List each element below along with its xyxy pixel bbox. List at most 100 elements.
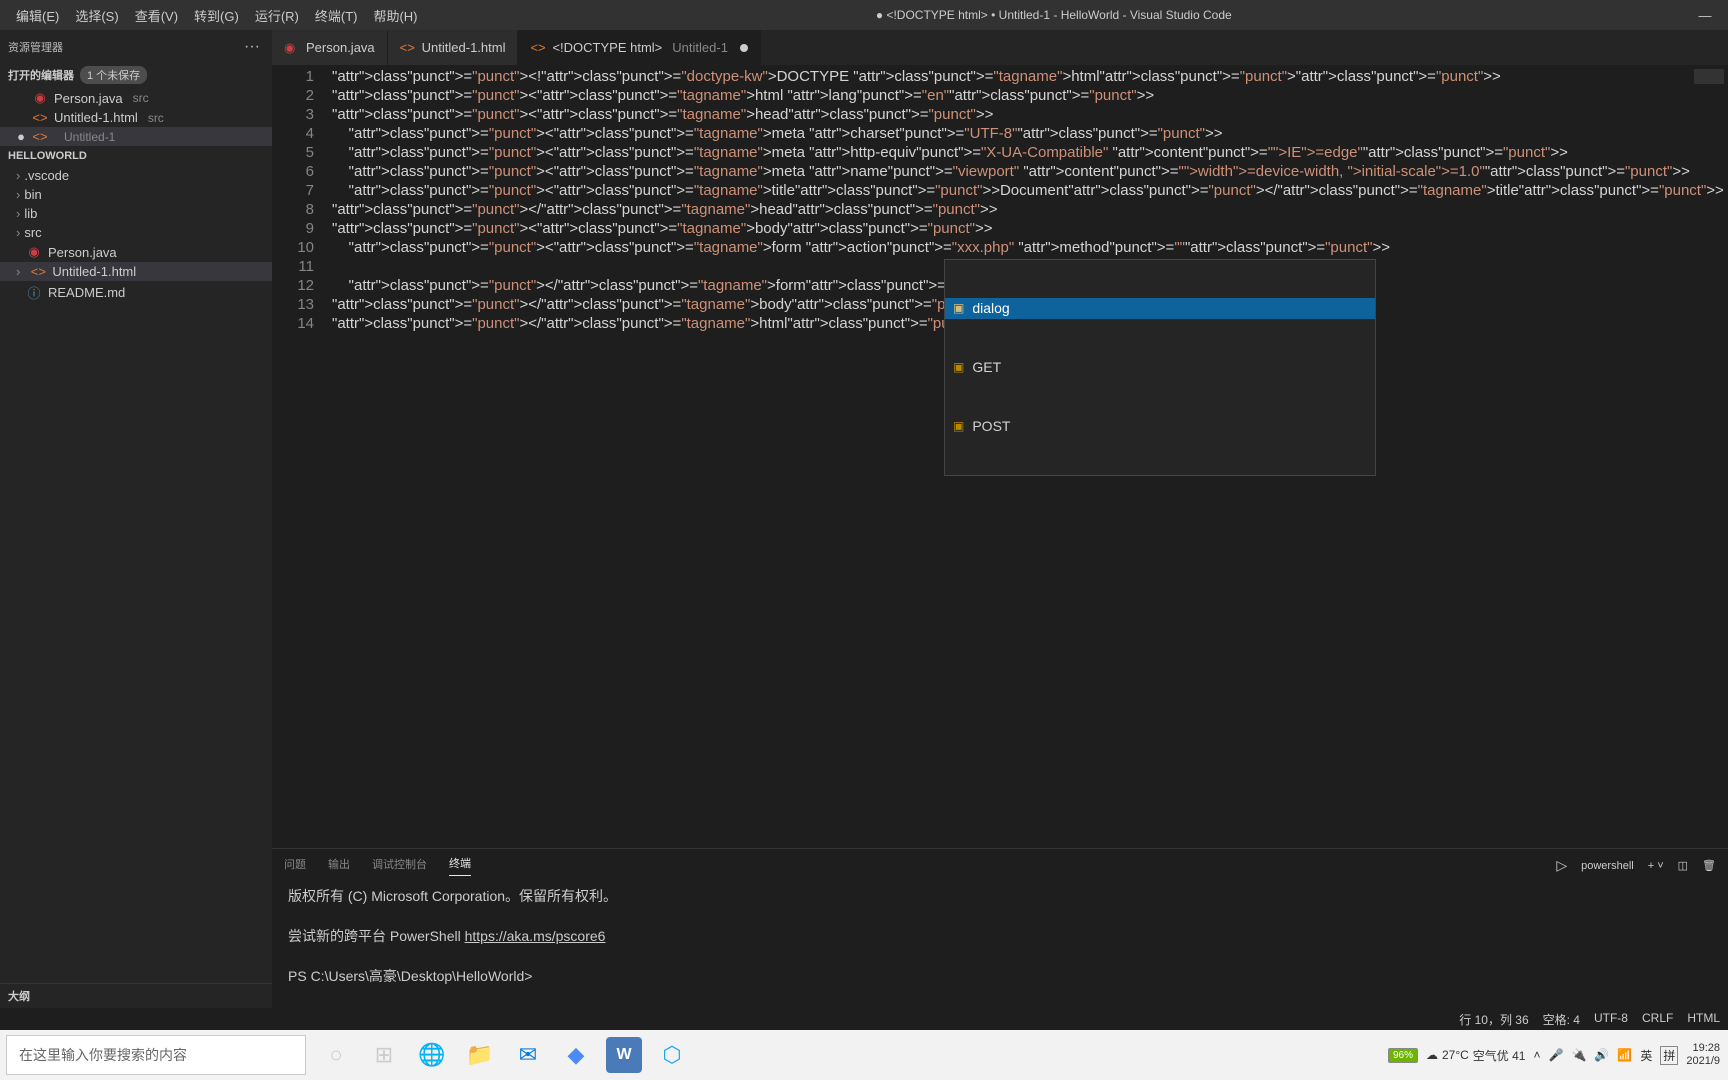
windows-taskbar: 在这里输入你要搜索的内容 ○ ⊞ 🌐 📁 ✉ ◆ W ⬡ 96% ☁ 27°C …: [0, 1030, 1728, 1080]
menu-help[interactable]: 帮助(H): [365, 6, 425, 25]
dirty-dot-icon[interactable]: ●: [16, 129, 26, 144]
battery-indicator[interactable]: 96%: [1388, 1048, 1418, 1063]
power-icon[interactable]: 🔌: [1571, 1048, 1586, 1062]
open-editor-item[interactable]: <> Untitled-1.html src: [0, 108, 272, 127]
window-title: ● <!DOCTYPE html> • Untitled-1 - HelloWo…: [426, 8, 1682, 22]
minimize-button[interactable]: —: [1682, 0, 1728, 30]
titlebar: 编辑(E) 选择(S) 查看(V) 转到(G) 运行(R) 终端(T) 帮助(H…: [0, 0, 1728, 30]
tab-doctype-html[interactable]: <> <!DOCTYPE html> Untitled-1: [518, 30, 760, 65]
cursor-position[interactable]: 行 10，列 36: [1459, 1011, 1528, 1028]
terminal-output[interactable]: 版权所有 (C) Microsoft Corporation。保留所有权利。 尝…: [272, 882, 1728, 990]
folder-item[interactable]: ›.vscode: [0, 166, 272, 185]
ime-label[interactable]: 英: [1640, 1047, 1652, 1064]
html-icon: <>: [32, 129, 48, 144]
menu-view[interactable]: 查看(V): [127, 6, 186, 25]
code-editor[interactable]: 1234567891011121314 "attr">class"punct">…: [272, 65, 1728, 848]
file-name: README.md: [48, 285, 125, 300]
panel-tab-problems[interactable]: 问题: [284, 856, 306, 876]
indent-status[interactable]: 空格: 4: [1543, 1011, 1580, 1028]
suggest-item-get[interactable]: ▣ GET: [945, 357, 1375, 378]
search-placeholder: 在这里输入你要搜索的内容: [19, 1045, 187, 1065]
suggest-item-dialog[interactable]: ▣ dialog: [945, 298, 1375, 319]
menu-run[interactable]: 运行(R): [247, 6, 307, 25]
file-path: src: [148, 111, 164, 125]
menubar: 编辑(E) 选择(S) 查看(V) 转到(G) 运行(R) 终端(T) 帮助(H…: [0, 6, 426, 25]
java-icon: ◉: [32, 90, 48, 106]
suggest-label: POST: [972, 417, 1010, 436]
menu-edit[interactable]: 编辑(E): [8, 6, 67, 25]
window-controls: —: [1682, 0, 1728, 30]
cloud-icon: ☁: [1426, 1048, 1438, 1062]
task-view-icon[interactable]: ⊞: [360, 1031, 408, 1079]
encoding-status[interactable]: UTF-8: [1594, 1011, 1628, 1028]
chevron-right-icon: ›: [16, 225, 20, 240]
app-icon[interactable]: ◆: [552, 1031, 600, 1079]
explorer-icon[interactable]: 📁: [456, 1031, 504, 1079]
suggest-item-post[interactable]: ▣ POST: [945, 416, 1375, 437]
chevron-icon: ›: [16, 264, 20, 279]
file-name: Untitled-1.html: [52, 264, 136, 279]
shell-name[interactable]: powershell: [1581, 860, 1634, 872]
outline-label[interactable]: 大纲: [8, 988, 30, 1004]
language-status[interactable]: HTML: [1687, 1011, 1720, 1028]
editor-tabs: ◉ Person.java <> Untitled-1.html <> <!DO…: [272, 30, 1728, 65]
system-clock[interactable]: 19:28 2021/9: [1686, 1042, 1720, 1068]
more-icon[interactable]: ···: [244, 38, 260, 56]
file-name: Person.java: [48, 245, 117, 260]
open-editors-label[interactable]: 打开的编辑器: [8, 67, 74, 83]
file-name: Untitled-1.html: [54, 110, 138, 125]
menu-select[interactable]: 选择(S): [67, 6, 126, 25]
menu-terminal[interactable]: 终端(T): [307, 6, 366, 25]
tab-untitled-html[interactable]: <> Untitled-1.html: [388, 30, 519, 65]
mic-icon[interactable]: 🎤: [1549, 1048, 1564, 1062]
split-terminal-icon[interactable]: ◫: [1678, 859, 1688, 872]
panel-tab-debug[interactable]: 调试控制台: [372, 856, 427, 876]
panel-tab-output[interactable]: 输出: [328, 856, 350, 876]
dirty-indicator: [740, 44, 748, 52]
menu-goto[interactable]: 转到(G): [186, 6, 247, 25]
tray-chevron-icon[interactable]: ˄: [1533, 1048, 1540, 1062]
chevron-right-icon: ›: [16, 168, 20, 183]
explorer-sidebar: 资源管理器 ··· 打开的编辑器 1 个未保存 ◉Person.javasrc<…: [0, 30, 272, 1008]
explorer-title: 资源管理器: [8, 39, 63, 55]
folder-item[interactable]: ›src: [0, 223, 272, 242]
wps-icon[interactable]: W: [606, 1037, 642, 1073]
open-editor-item[interactable]: ◉Person.javasrc: [0, 88, 272, 108]
open-editor-item[interactable]: ● <> Untitled-1: [0, 127, 272, 146]
suggest-label: GET: [972, 358, 1001, 377]
file-item[interactable]: ◉Person.java: [0, 242, 272, 262]
suggest-label: dialog: [972, 299, 1009, 318]
ime-mode[interactable]: 拼: [1660, 1046, 1678, 1065]
edge-icon[interactable]: 🌐: [408, 1031, 456, 1079]
workspace-label[interactable]: HELLOWORLD: [8, 150, 87, 162]
folder-item[interactable]: ›bin: [0, 185, 272, 204]
folder-item[interactable]: ›lib: [0, 204, 272, 223]
panel-tab-terminal[interactable]: 终端: [449, 855, 471, 876]
code-content[interactable]: "attr">class"punct">="punct"><!"attr">cl…: [332, 65, 1728, 848]
html-icon: <>: [30, 264, 46, 279]
tab-sublabel: Untitled-1: [672, 40, 728, 55]
property-icon: ▣: [953, 299, 964, 318]
html-icon: <>: [32, 110, 48, 125]
file-path: Untitled-1: [64, 130, 115, 144]
weather-widget[interactable]: ☁ 27°C 空气优 41: [1426, 1047, 1526, 1064]
vscode-icon[interactable]: ⬡: [648, 1031, 696, 1079]
minimap[interactable]: [1694, 69, 1724, 169]
markdown-icon: ⓘ: [26, 283, 42, 302]
wifi-icon[interactable]: 📶: [1617, 1048, 1632, 1062]
tab-label: Untitled-1.html: [422, 40, 506, 55]
tab-person-java[interactable]: ◉ Person.java: [272, 30, 388, 65]
file-item[interactable]: ⓘ README.md: [0, 281, 272, 304]
cortana-icon[interactable]: ○: [312, 1031, 360, 1079]
windows-search[interactable]: 在这里输入你要搜索的内容: [6, 1035, 306, 1075]
intellisense-popup[interactable]: ▣ dialog ▣ GET ▣ POST: [944, 259, 1376, 476]
new-terminal-icon[interactable]: + ˅: [1648, 860, 1664, 872]
property-icon: ▣: [953, 417, 964, 436]
file-item[interactable]: › <> Untitled-1.html: [0, 262, 272, 281]
trash-icon[interactable]: 🗑: [1702, 859, 1716, 872]
property-icon: ▣: [953, 358, 964, 377]
volume-icon[interactable]: 🔊: [1594, 1048, 1609, 1062]
shell-icon[interactable]: ▷: [1556, 857, 1567, 874]
mail-icon[interactable]: ✉: [504, 1031, 552, 1079]
eol-status[interactable]: CRLF: [1642, 1011, 1673, 1028]
